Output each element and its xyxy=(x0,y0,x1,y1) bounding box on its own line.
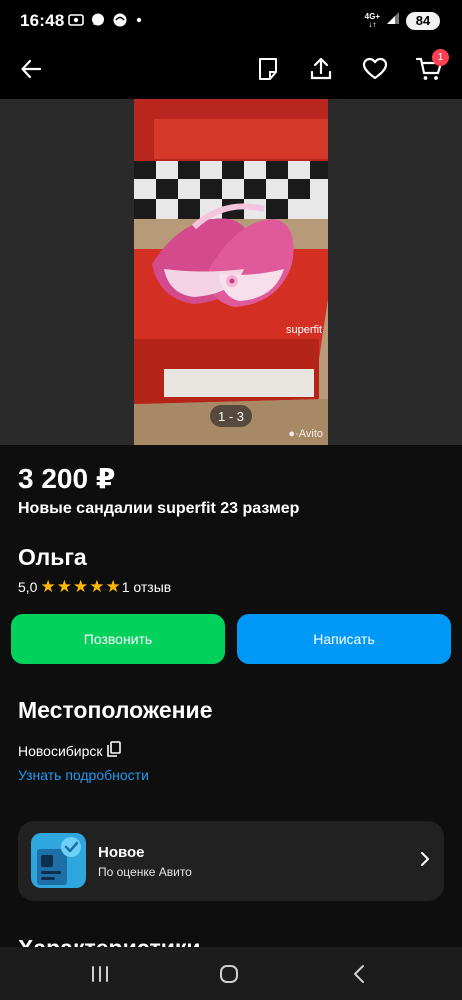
note-icon xyxy=(259,58,277,80)
condition-badge-icon xyxy=(31,833,86,888)
system-back-button[interactable] xyxy=(347,963,371,985)
share-button[interactable] xyxy=(306,54,336,84)
screenshot-icon xyxy=(68,12,84,33)
star-icon: ★ xyxy=(40,577,56,596)
cart-badge: 1 xyxy=(432,49,449,66)
battery-indicator: 84 xyxy=(406,11,440,30)
home-icon xyxy=(220,965,238,983)
back-arrow-icon xyxy=(21,59,42,79)
avito-watermark: ●·Avito xyxy=(288,428,323,440)
svg-text:superfit: superfit xyxy=(286,324,322,336)
call-button[interactable]: Позвонить xyxy=(11,614,225,664)
favorite-button[interactable] xyxy=(360,54,390,84)
watermark-dots-icon: ●· xyxy=(288,428,299,440)
star-icon: ★ xyxy=(72,577,89,596)
condition-card[interactable]: Новое По оценке Авито xyxy=(18,821,444,901)
city-name: Новосибирск xyxy=(18,742,103,759)
rating-value: 5,0 xyxy=(18,578,38,595)
chevron-left-icon xyxy=(354,965,364,983)
seller-rating[interactable]: 5,0 ★ ★ ★ ★ ★ 1 отзыв xyxy=(18,578,171,595)
details-link[interactable]: Узнать подробности xyxy=(18,767,149,783)
city-row: Новосибирск xyxy=(18,741,121,760)
call-button-label: Позвонить xyxy=(83,631,153,647)
sandals-photo-image: superfit xyxy=(134,99,328,445)
star-icon: ★ xyxy=(105,577,121,596)
rating-stars: ★ ★ ★ ★ ★ xyxy=(40,578,120,595)
heart-icon xyxy=(362,57,388,80)
seller-name[interactable]: Ольга xyxy=(18,544,87,571)
network-type: 4G+ ↓↑ xyxy=(364,11,380,29)
share-icon xyxy=(310,57,332,80)
note-button[interactable] xyxy=(253,54,283,84)
characteristics-heading: Характеристики xyxy=(18,933,201,947)
location-heading: Местоположение xyxy=(18,697,213,723)
listing-title: Новые сандалии superfit 23 размер xyxy=(18,500,300,517)
star-icon: ★ xyxy=(89,577,105,596)
write-button[interactable]: Написать xyxy=(237,614,451,664)
recent-apps-button[interactable] xyxy=(88,963,112,985)
notification-icons xyxy=(68,12,144,33)
chat-bubble-icon xyxy=(90,12,106,33)
write-button-label: Написать xyxy=(313,631,375,647)
signal-icon xyxy=(386,11,400,30)
status-right: 4G+ ↓↑ 84 xyxy=(365,11,440,30)
more-dot-icon xyxy=(134,12,144,33)
recent-apps-icon xyxy=(92,966,108,982)
product-photo[interactable]: superfit 1 - 3 ●·Avito xyxy=(134,99,328,445)
reviews-count[interactable]: 1 отзыв xyxy=(122,579,172,595)
photo-counter: 1 - 3 xyxy=(210,405,252,427)
home-button[interactable] xyxy=(217,963,241,985)
listing-price: 3 200 ₽ xyxy=(18,463,116,494)
battery-level: 84 xyxy=(415,13,431,28)
cart-button[interactable]: 1 xyxy=(414,49,449,84)
top-app-bar: 1 xyxy=(0,40,462,99)
star-icon: ★ xyxy=(56,577,72,596)
status-bar: 16:48 4G+ ↓↑ 84 xyxy=(0,0,462,40)
back-button[interactable] xyxy=(16,54,46,84)
copy-icon[interactable] xyxy=(106,741,121,760)
condition-title: Новое xyxy=(98,844,145,861)
photo-gallery[interactable]: superfit 1 - 3 ●·Avito xyxy=(0,99,462,445)
status-time: 16:48 xyxy=(20,11,65,30)
chevron-right-icon xyxy=(421,852,429,866)
system-nav-bar xyxy=(0,947,462,1000)
condition-subtitle: По оценке Авито xyxy=(98,865,192,879)
app-notification-icon xyxy=(112,12,128,33)
